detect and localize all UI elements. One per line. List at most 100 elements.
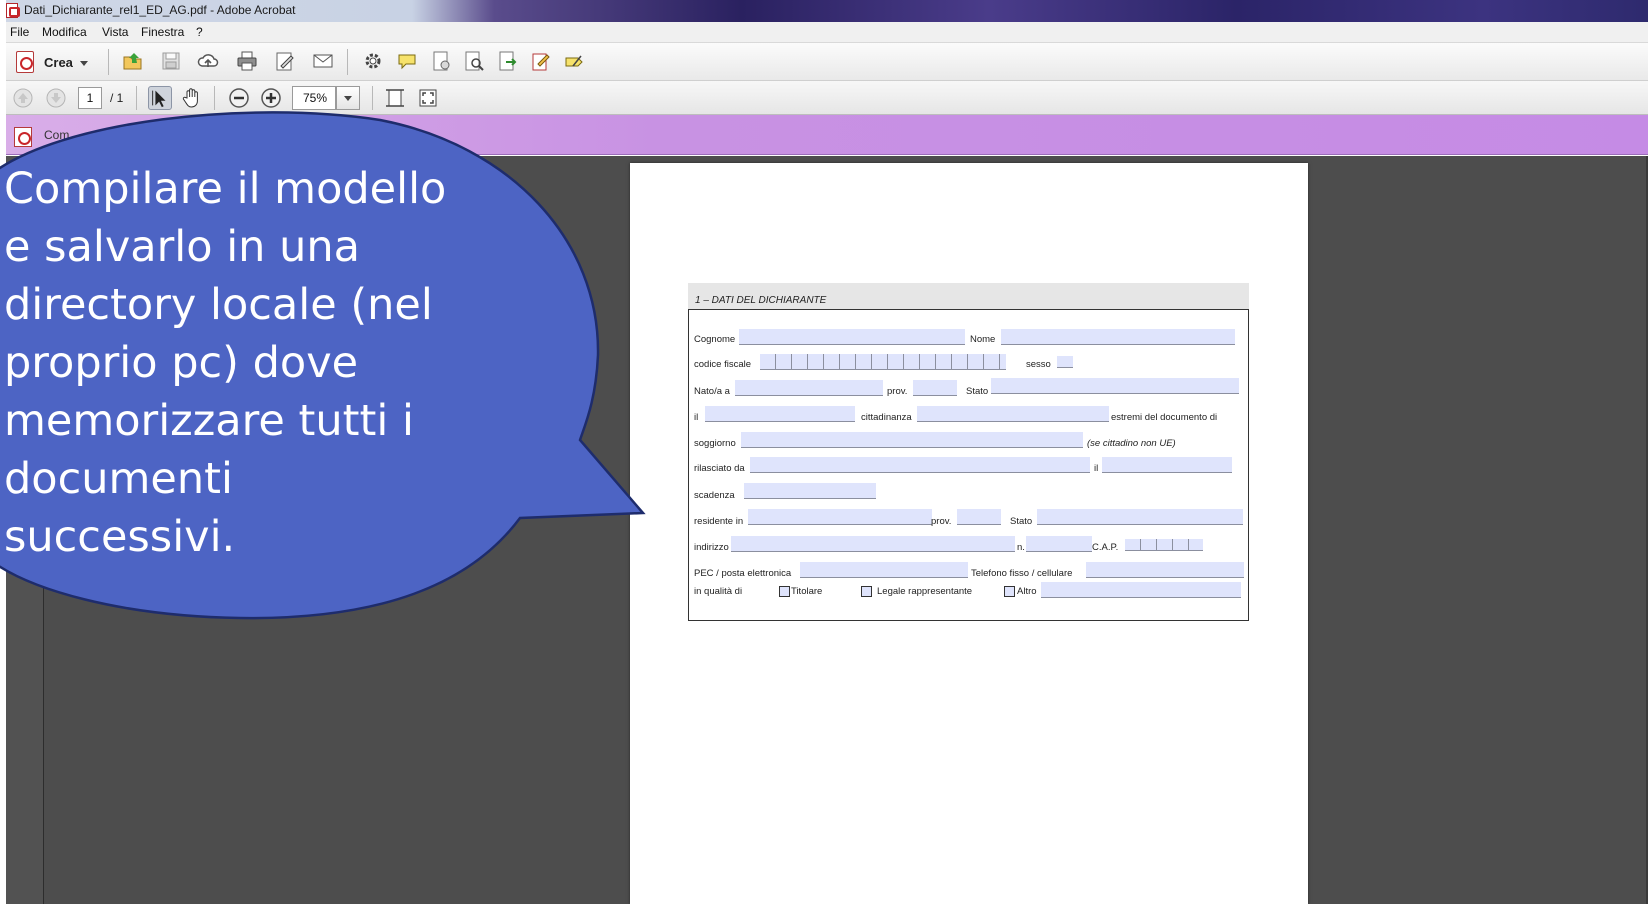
menu-finestra[interactable]: Finestra xyxy=(141,25,184,39)
menu-vista[interactable]: Vista xyxy=(102,25,128,39)
label-stato: Stato xyxy=(966,386,989,397)
edit-document-icon[interactable] xyxy=(274,50,296,72)
document-icon[interactable] xyxy=(430,50,452,72)
label-soggiorno: soggiorno xyxy=(694,438,736,449)
form-dati-dichiarante: 1 – DATI DEL DICHIARANTE Cognome Nome co… xyxy=(688,283,1249,621)
label-se-cittadino: (se cittadino non UE) xyxy=(1087,438,1176,449)
nome-field[interactable] xyxy=(1001,329,1235,345)
toolbar-separator xyxy=(108,49,109,75)
title-bar: Dati_Dichiarante_rel1_ED_AG.pdf - Adobe … xyxy=(0,0,1648,22)
print-icon[interactable] xyxy=(236,50,258,72)
cittadinanza-field[interactable] xyxy=(917,406,1109,422)
zoom-in-icon[interactable] xyxy=(260,87,282,109)
form-section-header: 1 – DATI DEL DICHIARANTE xyxy=(688,283,1249,309)
stato-residenza-field[interactable] xyxy=(1037,509,1243,525)
slide-border-right xyxy=(1648,0,1652,904)
label-scadenza: scadenza xyxy=(694,490,735,501)
find-document-icon[interactable] xyxy=(463,50,485,72)
fit-page-icon[interactable] xyxy=(384,87,406,109)
comment-bubble-icon[interactable] xyxy=(396,50,418,72)
form-section-title: 1 – DATI DEL DICHIARANTE xyxy=(695,295,827,306)
data-rilascio-field[interactable] xyxy=(1102,457,1232,473)
label-residente-in: residente in xyxy=(694,516,744,527)
tag-pen-icon[interactable] xyxy=(563,50,585,72)
zoom-out-icon[interactable] xyxy=(228,87,250,109)
sesso-field[interactable] xyxy=(1057,356,1073,368)
legale-rappresentante-checkbox[interactable] xyxy=(861,586,872,597)
titolare-checkbox[interactable] xyxy=(779,586,790,597)
menu-help[interactable]: ? xyxy=(196,25,203,39)
altro-field[interactable] xyxy=(1041,582,1241,598)
full-screen-icon[interactable] xyxy=(417,87,439,109)
form-bar-text: Com xyxy=(44,128,70,142)
label-telefono: Telefono fisso / cellulare xyxy=(971,568,1073,579)
label-nome: Nome xyxy=(970,334,996,345)
select-cursor-icon[interactable] xyxy=(148,86,172,110)
create-button[interactable]: Crea xyxy=(14,51,92,73)
hand-tool-icon[interactable] xyxy=(181,86,203,108)
cloud-upload-icon[interactable] xyxy=(197,50,219,72)
previous-page-icon[interactable] xyxy=(12,87,34,109)
page-number-input[interactable]: 1 xyxy=(78,87,102,109)
menu-file[interactable]: File xyxy=(10,25,29,39)
label-pec: PEC / posta elettronica xyxy=(694,568,792,579)
label-il: il xyxy=(694,412,699,423)
label-codice-fiscale: codice fiscale xyxy=(694,359,752,370)
save-icon[interactable] xyxy=(160,50,182,72)
cognome-field[interactable] xyxy=(739,329,965,345)
label-cognome: Cognome xyxy=(694,334,736,345)
label-indirizzo: indirizzo xyxy=(694,542,729,553)
zoom-dropdown-button[interactable] xyxy=(336,86,360,110)
label-prov-residenza: prov. xyxy=(931,516,952,527)
residente-in-field[interactable] xyxy=(748,509,932,525)
window-title: Dati_Dichiarante_rel1_ED_AG.pdf - Adobe … xyxy=(24,3,296,17)
create-pdf-icon xyxy=(16,51,34,73)
data-nascita-field[interactable] xyxy=(705,406,855,422)
stato-nascita-field[interactable] xyxy=(991,378,1239,394)
settings-gear-icon[interactable] xyxy=(362,50,384,72)
label-estremi: estremi del documento di xyxy=(1111,412,1218,423)
callout-text: Compilare il modello e salvarlo in una d… xyxy=(4,164,447,562)
soggiorno-field[interactable] xyxy=(741,432,1083,448)
numero-civico-field[interactable] xyxy=(1026,536,1092,552)
pec-field[interactable] xyxy=(800,562,968,578)
chevron-down-icon xyxy=(80,61,88,66)
main-toolbar: Crea xyxy=(0,43,1648,81)
label-stato-residenza: Stato xyxy=(1010,516,1033,527)
label-il-rilascio: il xyxy=(1094,463,1099,474)
label-numero: n. xyxy=(1017,542,1025,553)
toolbar-separator xyxy=(136,86,137,110)
export-icon[interactable] xyxy=(497,50,519,72)
email-icon[interactable] xyxy=(312,50,334,72)
label-sesso: sesso xyxy=(1026,359,1051,370)
scadenza-field[interactable] xyxy=(744,483,876,499)
prov-residenza-field[interactable] xyxy=(957,509,1001,525)
toolbar-separator xyxy=(347,49,348,75)
label-titolare: Titolare xyxy=(791,586,823,597)
label-cittadinanza: cittadinanza xyxy=(861,412,912,423)
form-icon xyxy=(14,127,32,147)
menu-bar: File Modifica Vista Finestra ? xyxy=(0,22,1648,43)
indirizzo-field[interactable] xyxy=(731,536,1015,552)
cap-field[interactable] xyxy=(1125,539,1203,551)
codice-fiscale-field[interactable] xyxy=(760,354,1006,370)
zoom-level-input[interactable]: 75% xyxy=(292,86,336,110)
menu-modifica[interactable]: Modifica xyxy=(42,25,87,39)
acrobat-app-icon xyxy=(6,3,20,18)
toolbar-separator xyxy=(214,86,215,110)
toolbar-separator xyxy=(372,86,373,110)
pdf-page: 1 – DATI DEL DICHIARANTE Cognome Nome co… xyxy=(630,163,1308,904)
label-altro: Altro xyxy=(1017,586,1037,597)
label-in-qualita: in qualità di xyxy=(694,586,743,597)
sign-icon[interactable] xyxy=(530,50,552,72)
open-folder-icon[interactable] xyxy=(122,50,144,72)
altro-checkbox[interactable] xyxy=(1004,586,1015,597)
rilasciato-da-field[interactable] xyxy=(750,457,1090,473)
next-page-icon[interactable] xyxy=(45,87,67,109)
form-notification-bar: Com xyxy=(0,115,1648,155)
telefono-field[interactable] xyxy=(1086,562,1244,578)
prov-nascita-field[interactable] xyxy=(913,380,957,396)
nato-a-field[interactable] xyxy=(735,380,883,396)
label-prov: prov. xyxy=(887,386,908,397)
label-rilasciato-da: rilasciato da xyxy=(694,463,745,474)
